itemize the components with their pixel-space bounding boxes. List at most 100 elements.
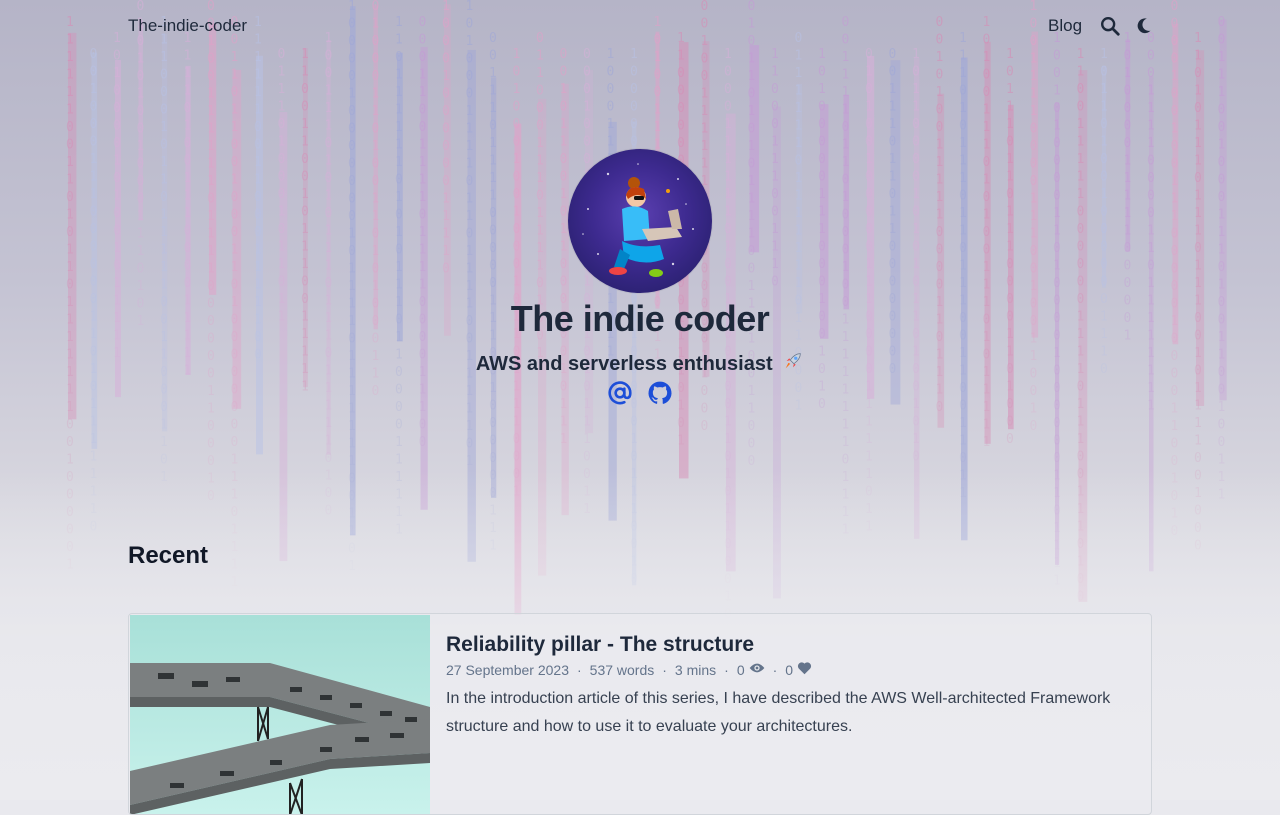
svg-text:1: 1 [536,206,544,221]
at-sign-icon[interactable] [607,380,633,406]
svg-text:1: 1 [207,209,215,224]
svg-text:1: 1 [207,139,215,154]
svg-text:1: 1 [1171,209,1179,224]
svg-text:1: 1 [442,227,450,242]
svg-text:1: 1 [795,276,803,291]
svg-text:0: 0 [419,435,427,450]
svg-text:0: 0 [1077,222,1085,237]
svg-text:1: 1 [137,244,145,259]
svg-text:1: 1 [536,66,544,81]
svg-text:1: 1 [865,380,873,395]
svg-text:1: 1 [936,173,944,188]
svg-text:1: 1 [1124,154,1132,169]
post-description: In the introduction article of this seri… [446,690,1111,735]
svg-text:0: 0 [583,117,591,132]
svg-text:1: 1 [865,100,873,115]
svg-text:0: 0 [184,276,192,291]
svg-text:0: 0 [724,450,732,465]
github-icon[interactable] [647,380,673,406]
svg-text:1: 1 [536,241,544,256]
svg-text:0: 0 [724,275,732,290]
svg-text:0: 0 [1124,101,1132,116]
svg-text:0: 0 [348,69,356,84]
svg-text:0: 0 [560,65,568,80]
svg-text:0: 0 [442,87,450,102]
svg-text:0: 0 [489,119,497,134]
svg-text:1: 1 [748,69,756,84]
svg-text:0: 0 [677,136,685,151]
svg-text:1: 1 [325,399,333,414]
svg-text:0: 0 [1218,173,1226,188]
svg-text:1: 1 [466,262,474,277]
svg-text:0: 0 [137,104,145,119]
svg-text:1: 1 [1171,419,1179,434]
svg-text:0: 0 [889,135,897,150]
svg-text:0: 0 [1077,82,1085,97]
svg-text:0: 0 [1171,262,1179,277]
svg-text:1: 1 [936,138,944,153]
svg-text:0: 0 [912,135,920,150]
svg-text:0: 0 [630,82,638,97]
svg-text:0: 0 [395,208,403,223]
svg-text:0: 0 [1147,206,1155,221]
svg-text:0: 0 [912,240,920,255]
svg-text:0: 0 [231,190,239,205]
post-title[interactable]: Reliability pillar - The structure [446,633,754,657]
svg-text:1: 1 [536,136,544,151]
svg-text:0: 0 [419,50,427,65]
svg-text:1: 1 [1077,397,1085,412]
svg-text:0: 0 [936,278,944,293]
post-card[interactable]: Reliability pillar - The structure 27 Se… [128,613,1152,815]
svg-text:1: 1 [654,50,662,65]
svg-text:0: 0 [630,135,638,150]
svg-text:0: 0 [348,139,356,154]
svg-text:0: 0 [677,381,685,396]
svg-text:0: 0 [959,119,967,134]
svg-text:1: 1 [1218,243,1226,258]
svg-text:0: 0 [1100,152,1108,167]
svg-text:1: 1 [1147,399,1155,414]
svg-text:1: 1 [395,120,403,135]
svg-text:0: 0 [1077,257,1085,272]
svg-text:0: 0 [1171,157,1179,172]
svg-text:1: 1 [912,82,920,97]
svg-text:1: 1 [1077,187,1085,202]
svg-text:0: 0 [348,209,356,224]
svg-text:1: 1 [1218,68,1226,83]
svg-text:1: 1 [160,243,168,258]
avatar [568,149,712,293]
svg-text:0: 0 [912,65,920,80]
svg-text:1: 1 [348,384,356,399]
svg-text:1: 1 [560,222,568,237]
site-name-link[interactable]: The-indie-coder [128,16,247,36]
svg-text:1: 1 [419,68,427,83]
svg-text:0: 0 [677,119,685,134]
svg-text:0: 0 [1030,244,1038,259]
nav-blog-link[interactable]: Blog [1048,16,1082,36]
svg-text:1: 1 [184,84,192,99]
svg-text:0: 0 [630,117,638,132]
svg-text:1: 1 [231,173,239,188]
svg-text:1: 1 [419,243,427,258]
svg-text:1: 1 [113,241,121,256]
svg-text:0: 0 [184,241,192,256]
svg-text:1: 1 [254,278,262,293]
svg-text:1: 1 [466,454,474,469]
svg-text:1: 1 [983,418,991,433]
svg-text:1: 1 [395,68,403,83]
svg-text:0: 0 [1124,136,1132,151]
svg-text:1: 1 [184,206,192,221]
svg-text:1: 1 [748,139,756,154]
svg-text:1: 1 [912,432,920,447]
svg-text:0: 0 [301,82,309,97]
svg-text:1: 1 [560,135,568,150]
svg-text:0: 0 [301,100,309,115]
svg-text:1: 1 [325,434,333,449]
svg-text:0: 0 [677,84,685,99]
search-icon[interactable] [1099,15,1121,37]
moon-icon[interactable] [1134,15,1156,37]
svg-text:1: 1 [889,152,897,167]
svg-text:0: 0 [724,100,732,115]
svg-text:0: 0 [466,52,474,67]
svg-text:0: 0 [66,138,74,153]
